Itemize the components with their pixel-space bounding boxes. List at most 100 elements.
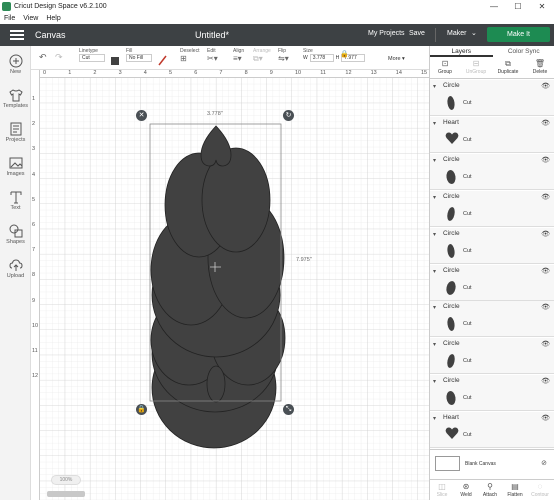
layer-operation: Cut: [463, 173, 472, 180]
edit-control[interactable]: Edit ✂▾: [207, 48, 218, 63]
eye-icon[interactable]: 👁: [541, 340, 550, 348]
eye-icon[interactable]: 👁: [541, 82, 550, 90]
chevron-down-icon[interactable]: ▾: [433, 231, 436, 238]
chevron-down-icon[interactable]: ▾: [433, 378, 436, 385]
eye-icon[interactable]: 👁: [541, 230, 550, 238]
tab-layers[interactable]: Layers: [430, 46, 493, 57]
linetype-control[interactable]: Linetype Cut: [79, 48, 105, 62]
lock-aspect-icon[interactable]: 🔒: [340, 50, 349, 58]
chevron-down-icon[interactable]: ▾: [433, 415, 436, 422]
minimize-button[interactable]: —: [482, 0, 506, 13]
chevron-down-icon[interactable]: ▾: [433, 83, 436, 90]
flip-control[interactable]: Flip ⇋▾: [278, 48, 289, 63]
fill-control[interactable]: Fill No Fill: [126, 48, 152, 62]
layer-row[interactable]: ▾ Heart 👁 Cut: [430, 116, 554, 153]
layer-row[interactable]: ▾ Circle 👁 Cut: [430, 190, 554, 227]
layer-thumbnail: [445, 352, 457, 370]
my-projects-button[interactable]: My Projects: [368, 30, 405, 37]
layer-row[interactable]: ▾ Circle 👁 Cut: [430, 375, 554, 412]
menu-help[interactable]: Help: [46, 15, 60, 22]
layer-row[interactable]: ▾ Circle 👁 Cut: [430, 301, 554, 338]
eye-icon[interactable]: 👁: [541, 156, 550, 164]
blank-canvas-swatch[interactable]: [435, 456, 460, 471]
sidebar-item-images[interactable]: Images: [0, 156, 31, 177]
zoom-control[interactable]: 100%: [51, 475, 81, 485]
horizontal-scrollbar[interactable]: [47, 491, 85, 497]
arrange-control[interactable]: Arrange ⧉▾: [253, 48, 271, 64]
eye-icon[interactable]: 👁: [541, 119, 550, 127]
delete-button[interactable]: 🗑 Delete: [526, 59, 554, 75]
rotate-handle-icon[interactable]: ↻: [283, 110, 294, 121]
redo-icon[interactable]: ↷: [55, 52, 63, 63]
align-control[interactable]: Align ≡▾: [233, 48, 244, 63]
sidebar-item-templates[interactable]: Templates: [0, 88, 31, 109]
weld-button[interactable]: ⊛ Weld: [454, 482, 478, 498]
deselect-control[interactable]: Deselect ⊞: [180, 48, 199, 63]
layer-operation: Cut: [463, 284, 472, 291]
layer-operation: Cut: [463, 100, 472, 106]
delete-handle-icon[interactable]: ✕: [136, 110, 147, 121]
blank-canvas-label: Blank Canvas: [465, 461, 496, 467]
width-input[interactable]: 3.778: [309, 54, 334, 62]
hamburger-menu-icon[interactable]: [10, 30, 24, 40]
layer-thumbnail: [445, 168, 457, 186]
layer-row[interactable]: ▾ Circle 👁 Cut: [430, 80, 554, 116]
flatten-button[interactable]: ▤ Flatten: [503, 482, 527, 498]
more-menu[interactable]: More ▾: [388, 56, 405, 62]
edit-icon: ✂▾: [207, 54, 218, 63]
design-canvas[interactable]: 01234567891011121314151617181920212223 1…: [31, 70, 429, 500]
sidebar-item-shapes[interactable]: Shapes: [0, 224, 31, 245]
sidebar-item-text[interactable]: Text: [0, 190, 31, 211]
slice-button[interactable]: ◫ Slice: [430, 482, 454, 498]
maximize-button[interactable]: ☐: [506, 0, 530, 13]
color-swatch[interactable]: [111, 57, 119, 65]
eye-icon[interactable]: 👁: [541, 414, 550, 422]
ungroup-button[interactable]: ⊟ UnGroup: [462, 59, 490, 75]
tab-color-sync[interactable]: Color Sync: [493, 46, 554, 57]
chevron-down-icon[interactable]: ▾: [433, 157, 436, 164]
eye-off-icon[interactable]: ⊘: [541, 459, 547, 467]
lock-handle-icon[interactable]: 🔒: [136, 404, 147, 415]
design-artwork[interactable]: [31, 70, 429, 500]
menu-file[interactable]: File: [4, 15, 15, 22]
layer-row[interactable]: ▾ Circle 👁 Cut: [430, 153, 554, 190]
duplicate-button[interactable]: ⧉ Duplicate: [494, 59, 522, 75]
chevron-down-icon[interactable]: ▾: [433, 194, 436, 201]
layer-row[interactable]: ▾ Circle 👁 Cut: [430, 264, 554, 301]
menu-view[interactable]: View: [23, 15, 38, 22]
save-button[interactable]: Save: [409, 30, 425, 37]
make-it-button[interactable]: Make It: [487, 27, 550, 42]
eye-icon[interactable]: 👁: [541, 377, 550, 385]
contour-button[interactable]: ◌ Contour: [528, 482, 552, 498]
chevron-down-icon[interactable]: ▾: [433, 304, 436, 311]
layer-row[interactable]: ▾ Circle 👁 Cut: [430, 338, 554, 375]
close-button[interactable]: ✕: [530, 0, 554, 13]
chevron-down-icon[interactable]: ▾: [433, 120, 436, 127]
chevron-down-icon[interactable]: ▾: [433, 268, 436, 275]
eye-icon[interactable]: 👁: [541, 303, 550, 311]
eye-icon[interactable]: 👁: [541, 267, 550, 275]
chevron-down-icon[interactable]: ▾: [433, 341, 436, 348]
fill-select[interactable]: No Fill: [126, 54, 152, 62]
eye-icon[interactable]: 👁: [541, 193, 550, 201]
machine-select[interactable]: Maker: [447, 30, 466, 37]
resize-handle-icon[interactable]: ⤡: [283, 404, 294, 415]
layer-thumbnail: [445, 426, 459, 444]
linetype-select[interactable]: Cut: [79, 54, 105, 62]
sidebar-item-upload[interactable]: Upload: [0, 258, 31, 279]
layer-name: Circle: [443, 82, 460, 89]
attach-button[interactable]: ⚲ Attach: [478, 482, 502, 498]
layer-operation: Cut: [463, 395, 472, 402]
chevron-down-icon[interactable]: ⌄: [471, 29, 477, 37]
group-icon: ⊡: [441, 59, 449, 68]
undo-icon[interactable]: ↶: [39, 52, 47, 63]
layer-row[interactable]: ▾ Circle 👁 Cut: [430, 227, 554, 264]
blank-canvas-row[interactable]: Blank Canvas ⊘: [430, 449, 554, 479]
sidebar-item-projects[interactable]: Projects: [0, 122, 31, 143]
no-fill-swatch-icon[interactable]: [158, 55, 167, 68]
layer-row[interactable]: ▾ Heart 👁 Cut: [430, 412, 554, 449]
edit-toolbar: ↶ ↷ Linetype Cut Fill No Fill Deselect ⊞…: [31, 46, 429, 70]
group-button[interactable]: ⊡ Group: [431, 59, 459, 75]
sidebar-item-new[interactable]: New: [0, 54, 31, 75]
sidebar-item-label: Upload: [6, 273, 25, 279]
